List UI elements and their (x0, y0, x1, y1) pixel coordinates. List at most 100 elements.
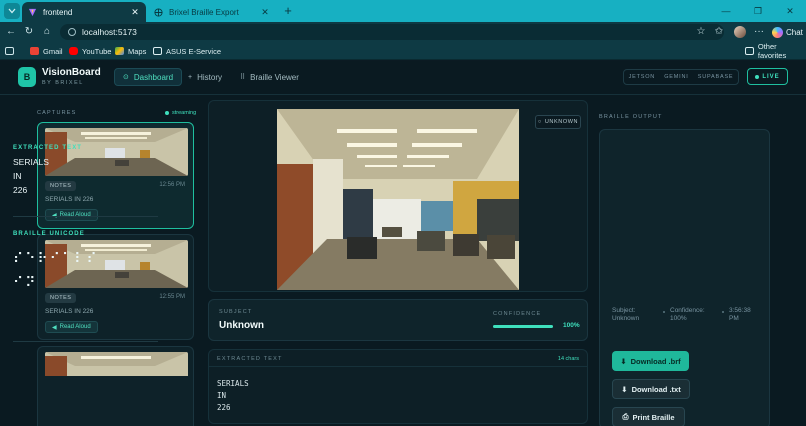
maximize-button[interactable]: ❐ (750, 4, 766, 18)
confidence-bar-fill (493, 325, 553, 328)
subject-label: SUBJECT (219, 309, 253, 315)
print-braille-button[interactable]: ⎙ Print Braille (612, 407, 685, 426)
streaming-dot-icon (165, 111, 169, 115)
profile-avatar[interactable] (734, 26, 746, 38)
read-aloud-button[interactable]: ◀ Read Aloud (45, 209, 98, 221)
printer-icon: ⎙ (622, 412, 629, 421)
meta-confidence: Confidence: 100% (670, 307, 705, 323)
button-label: Print Braille (632, 412, 675, 422)
capture-thumbnail (45, 352, 188, 376)
bookmark-youtube[interactable]: YouTube (69, 45, 111, 57)
meta-confidence-value: 100% (670, 315, 687, 322)
tab-actions-menu[interactable] (4, 3, 20, 19)
brand-name: VisionBoard (42, 67, 101, 78)
bookmark-asus[interactable]: ASUS E-Service (153, 45, 221, 57)
extracted-line: 226 (217, 403, 231, 412)
confidence-label: CONFIDENCE (493, 311, 542, 317)
favorite-star-icon[interactable]: ☆ (694, 25, 708, 39)
other-favorites[interactable]: Other favorites (745, 42, 806, 60)
history-icon: + (188, 73, 193, 81)
nav-braille-viewer[interactable]: ⠿ Braille Viewer (232, 68, 307, 86)
braille-line: ⠊⠝ (13, 274, 38, 290)
download-txt-button[interactable]: ⬇ Download .txt (612, 379, 690, 399)
app-header: B VisionBoard BY BRIXEL ⊙ Dashboard + Hi… (0, 61, 806, 95)
dashboard-icon: ⊙ (123, 74, 129, 81)
live-label: LIVE (762, 73, 780, 80)
extracted-line: SERIALS (217, 379, 249, 388)
chat-button[interactable]: Chat (772, 25, 803, 39)
bookmark-gmail[interactable]: Gmail (30, 45, 63, 57)
tab-title: Brixel Braille Export (169, 7, 239, 17)
other-favorites-label: Other favorites (757, 42, 787, 60)
tech-supabase: SUPABASE (697, 74, 734, 80)
download-icon: ⬇ (621, 384, 628, 394)
source-line: IN (13, 171, 22, 181)
streaming-indicator: streaming (165, 110, 196, 116)
capture-card[interactable] (37, 346, 194, 426)
braille-output-label: BRAILLE OUTPUT (599, 114, 663, 120)
more-menu-icon[interactable]: ··· (752, 25, 766, 39)
browser-tab-bar: frontend ✕ Brixel Braille Export ✕ + — ❐… (0, 0, 806, 22)
minimize-button[interactable]: — (718, 4, 734, 18)
close-window-button[interactable]: ✕ (782, 4, 798, 18)
close-icon[interactable]: ✕ (130, 7, 140, 18)
tab-frontend[interactable]: frontend ✕ (22, 2, 146, 22)
nav-label: Braille Viewer (250, 72, 299, 82)
meta-subject: Subject: Unknown (612, 307, 639, 323)
meta-time: 3:56:38 PM (729, 307, 751, 323)
divider (13, 216, 158, 217)
refresh-button[interactable]: ↻ (22, 25, 36, 39)
address-bar-row: ← ↻ ⌂ localhost:5173 ☆ ✩ ··· Chat (0, 22, 806, 42)
back-button[interactable]: ← (4, 25, 18, 39)
meta-time-ampm: PM (729, 315, 739, 322)
url-text: localhost:5173 (82, 27, 137, 37)
extracted-text-card: EXTRACTED TEXT 14 chars SERIALS IN 226 (208, 349, 588, 424)
folder-icon (745, 47, 754, 55)
folder-icon (153, 47, 162, 55)
divider (13, 341, 158, 342)
bookmark-maps[interactable]: Maps (115, 45, 146, 57)
read-aloud-button[interactable]: ◀ Read Aloud (45, 321, 98, 333)
tab-braille-export[interactable]: Brixel Braille Export ✕ (148, 2, 276, 22)
bookmark-label: YouTube (82, 46, 112, 56)
url-input[interactable]: localhost:5173 (60, 24, 724, 40)
extracted-line: IN (217, 391, 227, 400)
char-count: 14 chars (557, 356, 579, 362)
nav-dashboard[interactable]: ⊙ Dashboard (114, 68, 183, 86)
nav-history[interactable]: + History (180, 68, 230, 86)
chat-label: Chat (786, 27, 803, 37)
tech-stack: JETSON GEMINI SUPABASE (623, 69, 739, 85)
home-button[interactable]: ⌂ (40, 25, 54, 39)
youtube-icon (69, 47, 78, 55)
close-icon[interactable]: ✕ (260, 7, 270, 18)
chevron-down-icon (8, 8, 16, 14)
subject-card: SUBJECT Unknown CONFIDENCE 100% (208, 299, 588, 341)
app-logo: B (18, 67, 36, 87)
new-tab-button[interactable]: + (281, 3, 295, 19)
capture-time: 12:55 PM (159, 294, 185, 300)
bookmarks-bar: Gmail YouTube Maps ASUS E-Service Other … (0, 42, 806, 60)
reading-list-icon[interactable] (5, 45, 14, 57)
speaker-icon: ◀ (52, 212, 57, 219)
tech-jetson: JETSON (628, 74, 656, 80)
nav-label: Dashboard (133, 72, 174, 82)
favorites-icon[interactable]: ✩ (712, 25, 726, 39)
confidence-bar (493, 325, 553, 328)
capture-card[interactable]: NOTES 12:56 PM SERIALS IN 226 ◀ Read Alo… (37, 122, 194, 229)
bookmark-label: ASUS E-Service (166, 46, 222, 56)
braille-icon: ⠿ (240, 74, 246, 81)
streaming-label: streaming (172, 110, 197, 116)
extracted-text-label: EXTRACTED TEXT (217, 356, 283, 362)
download-brf-button[interactable]: ⬇ Download .brf (612, 351, 689, 371)
brand-subtitle: BY BRIXEL (42, 80, 84, 86)
separator-dot (663, 311, 665, 313)
tech-gemini: GEMINI (664, 74, 689, 80)
gmail-icon (30, 47, 39, 55)
ring-icon: ○ (537, 119, 542, 125)
tab-title: frontend (43, 7, 73, 17)
live-dot-icon (755, 74, 760, 79)
read-aloud-label: Read Aloud (59, 324, 91, 330)
live-status-badge: LIVE (747, 68, 788, 85)
capture-tag: NOTES (45, 293, 77, 303)
speaker-icon: ◀ (52, 324, 57, 331)
